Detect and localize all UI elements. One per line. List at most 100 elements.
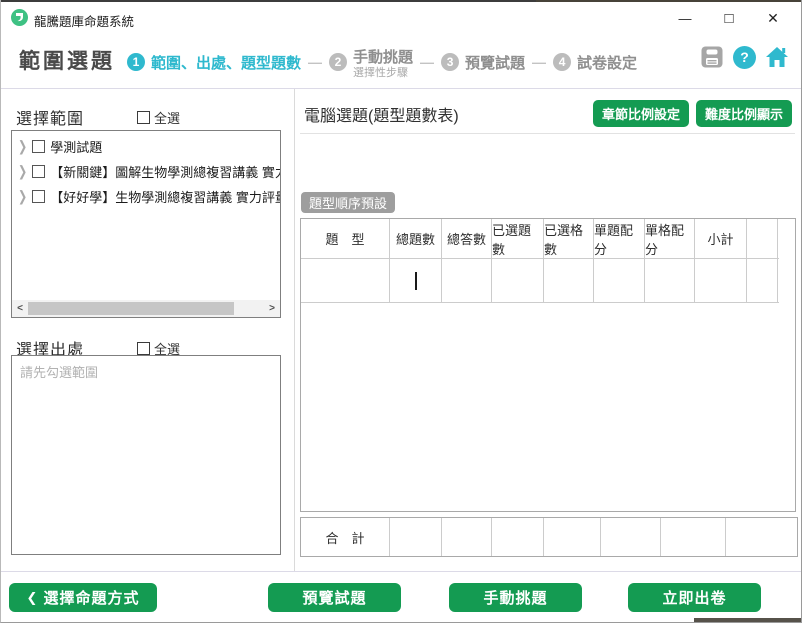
chapter-ratio-button[interactable]: 章節比例設定	[593, 100, 689, 127]
window-controls: — □ ✕	[663, 2, 795, 35]
qtable-data-row	[301, 259, 779, 303]
totals-value-cell	[390, 518, 442, 556]
qtable-header-cell: 已選格數	[544, 219, 594, 258]
scroll-left-icon[interactable]: <	[12, 303, 28, 314]
header-icons: ?	[700, 45, 789, 69]
step-2-number: 2	[329, 53, 347, 71]
qtable-header-cell: 題 型	[301, 219, 390, 258]
step-separator: —	[420, 54, 434, 70]
range-select-all-checkbox[interactable]	[137, 111, 150, 124]
screen-edge-bottom-right	[694, 618, 802, 623]
panel-divider	[294, 89, 295, 571]
minimize-button[interactable]: —	[663, 2, 707, 35]
help-icon[interactable]: ?	[733, 46, 756, 69]
range-tree-box[interactable]: ❯ 學測試題 ❯ 【新關鍵】圖解生物學測總複習講義 實力 ❯ 【好好學】生物學測…	[11, 130, 281, 318]
range-select-all[interactable]: 全選	[137, 108, 180, 127]
manual-pick-button[interactable]: 手動挑題	[449, 583, 582, 612]
totals-value-cell	[601, 518, 661, 556]
qtable-input-cell[interactable]	[442, 259, 492, 302]
tree-item-label: 【新關鍵】圖解生物學測總複習講義 實力	[50, 162, 280, 181]
header: 範圍選題 1 範圍、出處、題型題數 — 2 手動挑題 選擇性步驟 — 3 預覽試…	[1, 35, 802, 89]
back-button-label: 選擇命題方式	[43, 587, 139, 608]
step-1-number: 1	[127, 53, 145, 71]
qtable-header-cell: 已選題數	[492, 219, 544, 258]
qtable-input-cell[interactable]	[594, 259, 645, 302]
step-4-number: 4	[553, 53, 571, 71]
horizontal-scrollbar[interactable]: < >	[12, 300, 280, 317]
totals-row: 合 計	[300, 517, 798, 557]
close-button[interactable]: ✕	[751, 2, 795, 35]
totals-label-cell: 合 計	[301, 518, 390, 556]
tree-item-checkbox[interactable]	[32, 165, 45, 178]
qtable-input-cell[interactable]	[695, 259, 747, 302]
step-3-number: 3	[441, 53, 459, 71]
app-logo-icon	[11, 9, 28, 26]
tree-item-checkbox[interactable]	[32, 140, 45, 153]
page-title: 範圍選題	[19, 45, 115, 75]
source-list-box[interactable]: 請先勾選範圍	[11, 355, 281, 555]
qtable-header-cell: 總答數	[442, 219, 492, 258]
qtable-header-cell: 單格配分	[645, 219, 695, 258]
window-title: 龍騰題庫命題系統	[34, 11, 134, 30]
qtable-input-cell[interactable]	[544, 259, 594, 302]
generate-paper-button[interactable]: 立即出卷	[628, 583, 761, 612]
step-separator: —	[308, 54, 322, 70]
step-separator: —	[532, 54, 546, 70]
qtable-input-cell[interactable]	[645, 259, 695, 302]
qtable-input-cell[interactable]	[492, 259, 544, 302]
back-to-method-button[interactable]: ❮ 選擇命題方式	[9, 583, 157, 612]
step-3-label: 預覽試題	[465, 52, 525, 73]
totals-value-cell	[661, 518, 726, 556]
step-1-range[interactable]: 1 範圍、出處、題型題數	[127, 52, 301, 73]
question-type-table: 題 型總題數總答數已選題數已選格數單題配分單格配分小計	[300, 218, 796, 512]
app-window: 龍騰題庫命題系統 — □ ✕ 範圍選題 1 範圍、出處、題型題數 — 2 手動挑…	[0, 0, 802, 623]
step-3-preview[interactable]: 3 預覽試題	[441, 52, 525, 73]
totals-value-cell	[492, 518, 544, 556]
qtable-input-cell[interactable]	[390, 259, 442, 302]
maximize-button[interactable]: □	[707, 2, 751, 35]
text-cursor	[415, 272, 417, 290]
scrollbar-thumb[interactable]	[28, 302, 234, 315]
tree-item-good-study[interactable]: ❯ 【好好學】生物學測總複習講義 實力評量	[12, 184, 280, 209]
footer-divider	[1, 571, 802, 572]
tree-item-checkbox[interactable]	[32, 190, 45, 203]
qtable-header-cell: 小計	[695, 219, 747, 258]
qtable-input-cell[interactable]	[747, 259, 778, 302]
step-4-label: 試卷設定	[577, 52, 637, 73]
tree-item-gsat[interactable]: ❯ 學測試題	[12, 134, 280, 159]
source-select-all-checkbox[interactable]	[137, 342, 150, 355]
step-2-label: 手動挑題	[353, 46, 413, 67]
range-tree: ❯ 學測試題 ❯ 【新關鍵】圖解生物學測總複習講義 實力 ❯ 【好好學】生物學測…	[12, 134, 280, 209]
tree-item-new-key[interactable]: ❯ 【新關鍵】圖解生物學測總複習講義 實力	[12, 159, 280, 184]
difficulty-ratio-button[interactable]: 難度比例顯示	[696, 100, 792, 127]
right-panel-divider	[300, 133, 795, 134]
totals-value-cell	[544, 518, 601, 556]
question-order-tag[interactable]: 題型順序預設	[301, 192, 395, 213]
qtable-header-row: 題 型總題數總答數已選題數已選格數單題配分單格配分小計	[301, 219, 779, 259]
expand-chevron-icon[interactable]: ❯	[18, 188, 27, 205]
step-1-label: 範圍、出處、題型題數	[151, 52, 301, 73]
chevron-left-icon: ❮	[27, 590, 39, 606]
qtable-input-cell[interactable]	[301, 259, 390, 302]
source-placeholder: 請先勾選範圍	[20, 362, 98, 381]
scroll-right-icon[interactable]: >	[264, 303, 280, 314]
step-4-paper-settings[interactable]: 4 試卷設定	[553, 52, 637, 73]
qtable-header-cell: 單題配分	[594, 219, 645, 258]
step-2-sublabel: 選擇性步驟	[353, 67, 413, 79]
home-icon[interactable]	[765, 45, 789, 69]
scrollbar-track[interactable]	[28, 302, 264, 315]
save-icon[interactable]	[700, 45, 724, 69]
qtable-header-cell: 總題數	[390, 219, 442, 258]
range-section-title: 選擇範圍	[16, 105, 84, 129]
preview-questions-button[interactable]: 預覽試題	[268, 583, 401, 612]
wizard-steps: 1 範圍、出處、題型題數 — 2 手動挑題 選擇性步驟 — 3 預覽試題 — 4…	[127, 39, 637, 85]
step-2-manual-pick[interactable]: 2 手動挑題 選擇性步驟	[329, 46, 413, 79]
totals-value-cell	[442, 518, 492, 556]
computer-select-title: 電腦選題(題型題數表)	[304, 102, 459, 126]
tree-item-label: 【好好學】生物學測總複習講義 實力評量	[50, 187, 280, 206]
qtable-header-cell	[747, 219, 778, 258]
expand-chevron-icon[interactable]: ❯	[18, 163, 27, 180]
titlebar: 龍騰題庫命題系統 — □ ✕	[1, 2, 801, 35]
expand-chevron-icon[interactable]: ❯	[18, 138, 27, 155]
range-select-all-label: 全選	[154, 108, 180, 127]
